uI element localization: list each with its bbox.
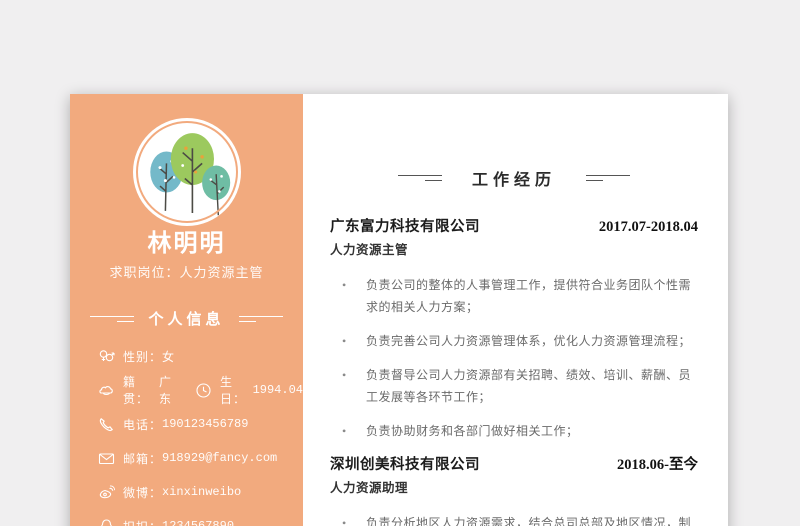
job-period: 2017.07-2018.04 [598, 219, 698, 235]
qq-icon [98, 518, 115, 526]
phone-icon [98, 416, 115, 433]
birthday-label: 生日： [220, 375, 247, 406]
job-bullet-list: 负责分析地区人力资源需求，结合总司总部及地区情况，制定招聘计 [330, 512, 698, 526]
personal-info-list: 性别： 女 籍贯： 广东 生日： 1994.04 电话： 19012345678… [70, 339, 303, 526]
ornament-line-left [397, 174, 442, 182]
job-head: 广东富力科技有限公司 2017.07-2018.04 [330, 216, 698, 238]
hometown-label: 籍贯： [123, 375, 150, 406]
birthday-value: 1994.04 [252, 383, 303, 397]
hometown-icon [98, 382, 115, 399]
gender-icon [98, 348, 115, 365]
weibo-icon [98, 484, 115, 501]
job-period: 2018.06-至今 [617, 457, 698, 473]
resume-card: 林明明 求职岗位：人力资源主管 个人信息 性别： 女 籍贯： 广东 生日： 19… [70, 94, 728, 526]
phone-value: 190123456789 [162, 417, 249, 431]
ornament-line-left [90, 315, 135, 323]
job-bullet: 负责公司的整体的人事管理工作，提供符合业务团队个性需求的相关人力方案； [330, 274, 698, 318]
job-bullet: 负责分析地区人力资源需求，结合总司总部及地区情况，制定招聘计 [330, 512, 698, 526]
gender-value: 女 [162, 350, 175, 365]
info-row-weibo: 微博： xinxinweibo [98, 475, 303, 509]
trees-illustration-icon [132, 118, 241, 226]
company-name: 深圳创美科技有限公司 [330, 457, 480, 473]
hometown-value: 广东 [158, 376, 171, 407]
email-label: 邮箱： [123, 451, 163, 466]
info-row-qq: 扣扣： 1234567890 [98, 509, 303, 526]
weibo-value: xinxinweibo [162, 485, 242, 499]
weibo-label: 微博： [123, 485, 163, 500]
personal-info-title: 个人信息 [148, 312, 225, 328]
work-experience-header: 工作经历 [330, 166, 698, 190]
job-bullet: 负责协助财务和各部门做好相关工作； [330, 420, 698, 442]
info-row-hometown-birthday: 籍贯： 广东 生日： 1994.04 [98, 373, 303, 407]
birthday-clock-icon [195, 382, 212, 399]
ornament-line-right [238, 315, 283, 323]
work-experience-title: 工作经历 [471, 172, 556, 189]
job-objective: 求职岗位：人力资源主管 [109, 265, 264, 280]
job-bullet-list: 负责公司的整体的人事管理工作，提供符合业务团队个性需求的相关人力方案； 负责完善… [330, 274, 698, 442]
info-row-phone: 电话： 190123456789 [98, 407, 303, 441]
resume-preview-page: { "page": { "background": "#f0eff0", "ca… [0, 0, 800, 526]
ornament-line-right [586, 174, 630, 182]
company-name: 广东富力科技有限公司 [330, 219, 480, 235]
candidate-name: 林明明 [147, 230, 226, 257]
job-head: 深圳创美科技有限公司 2018.06-至今 [330, 454, 698, 476]
job-role: 人力资源助理 [330, 481, 409, 495]
avatar [132, 118, 241, 226]
info-row-email: 邮箱： 918929@fancy.com [98, 441, 303, 475]
birthday-item: 生日： 1994.04 [195, 373, 303, 407]
qq-item: 扣扣： 1234567890 [98, 518, 234, 526]
job-bullet: 负责督导公司人力资源部有关招聘、绩效、培训、薪酬、员工发展等各环节工作； [330, 364, 698, 408]
gender-label: 性别： [123, 349, 163, 364]
work-experience-section: 工作经历 广东富力科技有限公司 2017.07-2018.04 人力资源主管 负… [303, 94, 728, 526]
job-entry: 广东富力科技有限公司 2017.07-2018.04 人力资源主管 负责公司的整… [330, 216, 698, 442]
qq-label: 扣扣： [123, 518, 162, 526]
email-value: 918929@fancy.com [162, 451, 278, 465]
job-entry: 深圳创美科技有限公司 2018.06-至今 人力资源助理 负责分析地区人力资源需… [330, 454, 698, 526]
job-role: 人力资源主管 [330, 243, 409, 257]
personal-info-header: 个人信息 [70, 308, 303, 329]
info-row-gender: 性别： 女 [98, 339, 303, 373]
phone-label: 电话： [123, 417, 163, 432]
phone-item: 电话： 190123456789 [98, 416, 248, 433]
email-item: 邮箱： 918929@fancy.com [98, 450, 277, 467]
sidebar: 林明明 求职岗位：人力资源主管 个人信息 性别： 女 籍贯： 广东 生日： 19… [70, 94, 303, 526]
job-bullet: 负责完善公司人力资源管理体系，优化人力资源管理流程； [330, 330, 698, 352]
gender-item: 性别： 女 [98, 348, 174, 365]
hometown-item: 籍贯： 广东 [98, 373, 181, 407]
weibo-item: 微博： xinxinweibo [98, 484, 241, 501]
email-icon [98, 450, 115, 467]
qq-value: 1234567890 [162, 519, 235, 526]
